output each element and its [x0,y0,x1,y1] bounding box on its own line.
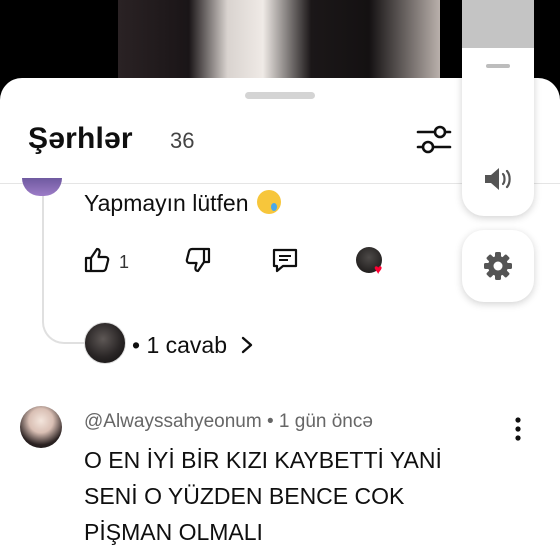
comment-time: • 1 gün öncə [266,411,373,432]
comments-count: 36 [170,128,195,153]
filter-icon[interactable] [414,120,454,160]
heart-icon: ♥ [374,261,383,277]
like-count: 1 [119,252,130,272]
comments-title: Şərhlər [28,122,133,155]
reply-icon[interactable] [270,245,300,275]
reply-avatar[interactable] [84,322,126,364]
comment-avatar[interactable] [20,406,62,448]
thread-line [42,184,86,344]
chevron-right-icon [242,336,253,354]
settings-button[interactable] [462,230,534,302]
comment-author[interactable]: @Alwayssahyeonum [84,411,262,432]
drag-handle[interactable] [245,92,315,99]
comment-text-content: Yapmayın lütfen [84,190,249,216]
dislike-icon[interactable] [183,245,213,275]
volume-handle[interactable] [486,64,510,68]
comment-text: Yapmayın lütfen [84,190,281,217]
video-frame [118,0,440,90]
crying-emoji-icon [256,190,281,214]
volume-panel[interactable] [462,0,534,216]
comment-text: O EN İYİ BİR KIZI KAYBETTİ YANİ SENİ O Y… [84,447,442,545]
comment-meta: @Alwayssahyeonum • 1 gün öncə [84,411,373,433]
view-replies-link[interactable]: • 1 cavab [132,332,255,359]
more-vert-icon[interactable] [508,414,528,444]
replies-label: • 1 cavab [132,332,227,358]
volume-level [462,0,534,48]
volume-icon[interactable] [482,164,514,194]
gear-icon [484,252,512,280]
like-icon[interactable] [82,245,112,275]
